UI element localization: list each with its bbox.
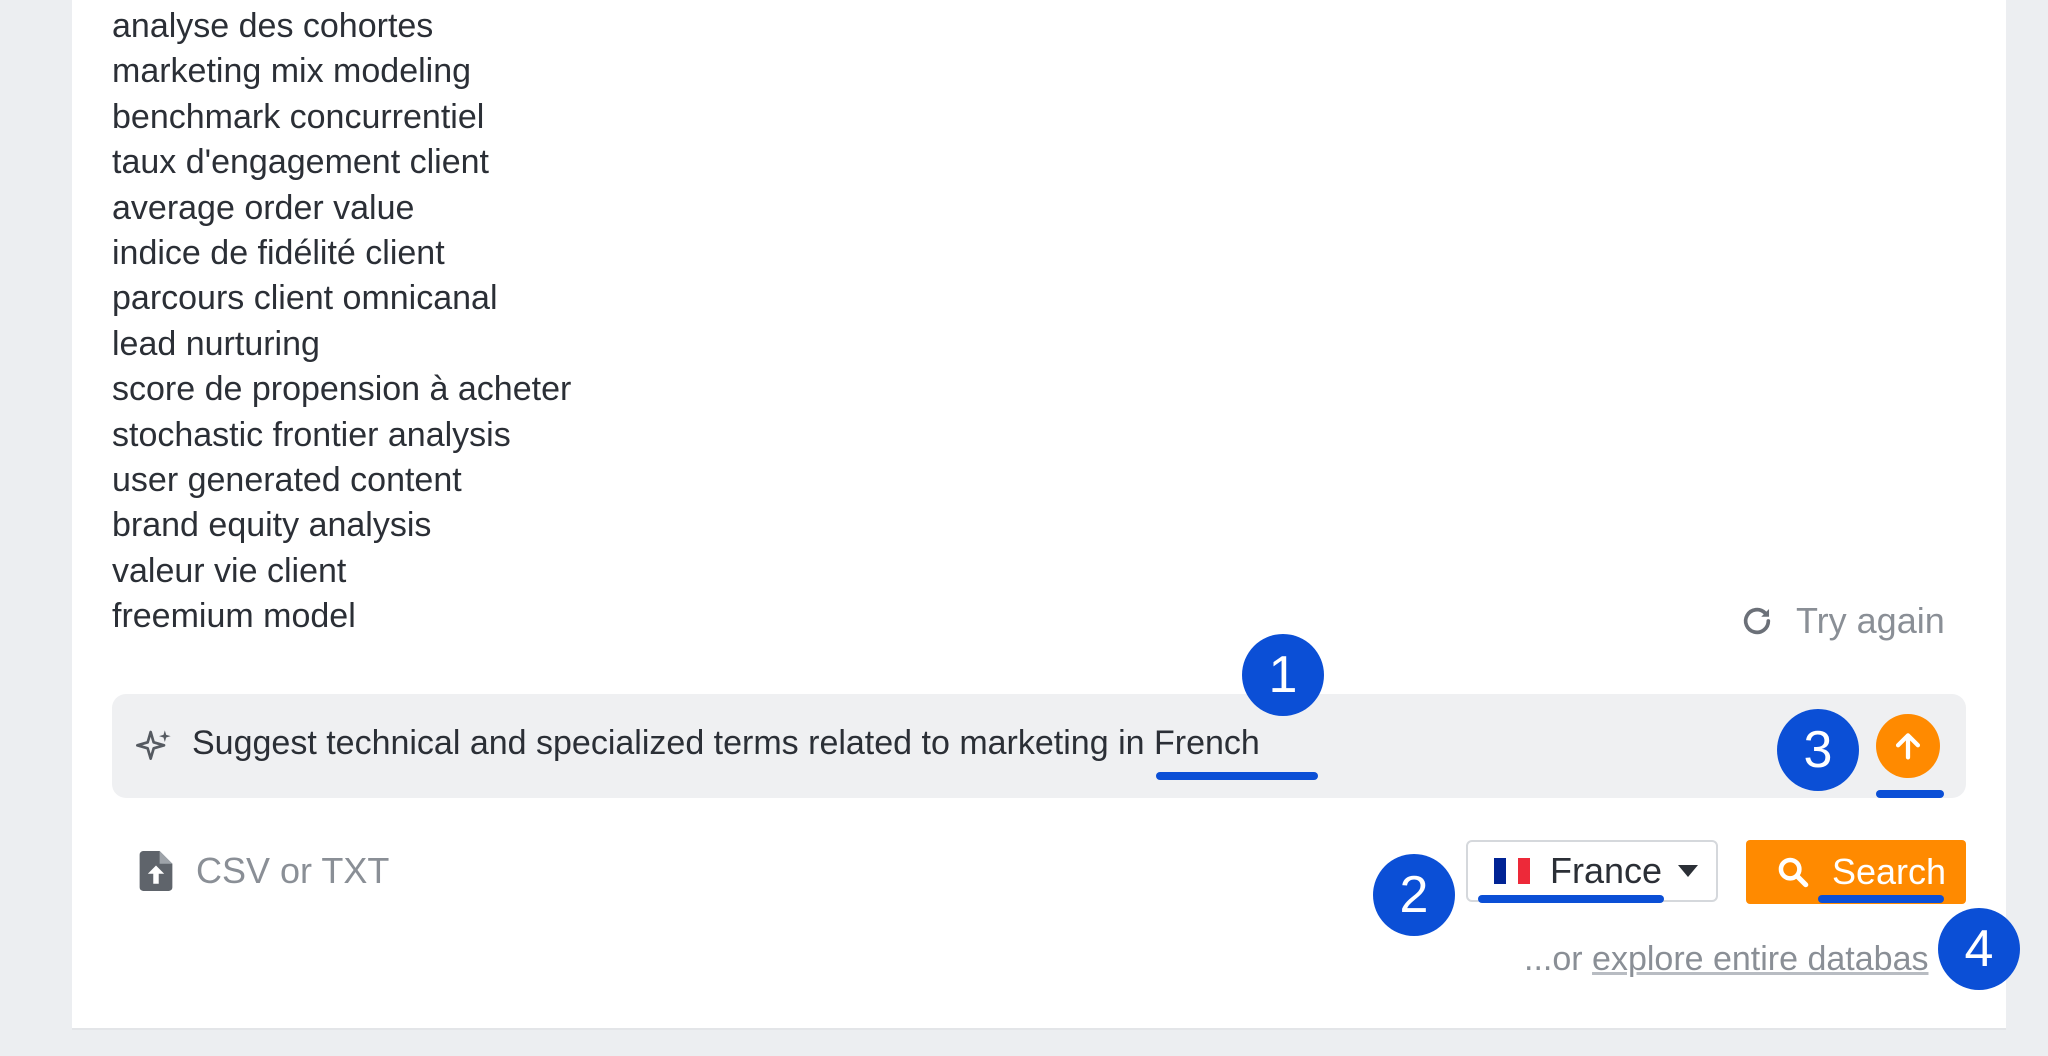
- refresh-icon: [1743, 607, 1771, 635]
- term-item: analyse des cohortes: [112, 7, 434, 45]
- annotation-underline: [1478, 895, 1664, 903]
- chevron-down-icon: [1678, 865, 1699, 877]
- country-label: France: [1550, 850, 1663, 891]
- search-icon: [1778, 857, 1809, 888]
- term-item: benchmark concurrentiel: [112, 97, 485, 136]
- file-upload-label: CSV or TXT: [196, 850, 390, 891]
- term-item: average order value: [112, 188, 415, 227]
- annotation-underline: [1818, 895, 1944, 903]
- file-upload-icon: [139, 851, 173, 891]
- prompt-text: Suggest technical and specialized terms …: [192, 724, 1260, 763]
- send-button[interactable]: [1876, 714, 1940, 778]
- explore-database: ...or explore entire databas: [1524, 940, 1928, 979]
- country-select[interactable]: France: [1466, 840, 1718, 902]
- term-item: score de propension à acheter: [112, 370, 572, 409]
- explore-database-link[interactable]: explore entire databas: [1592, 940, 1928, 978]
- term-item: user generated content: [112, 461, 462, 500]
- term-item: valeur vie client: [112, 551, 347, 590]
- annotation-badge: 4: [1938, 908, 2020, 990]
- term-item: parcours client omnicanal: [112, 279, 498, 318]
- term-item: marketing mix modeling: [112, 52, 472, 91]
- term-item: indice de fidélité client: [112, 234, 445, 273]
- annotation-badge: 1: [1242, 634, 1324, 716]
- arrow-up-icon: [1895, 733, 1921, 760]
- explore-prefix: ...or: [1524, 940, 1593, 978]
- suggested-terms-list: analyse des cohortes marketing mix model…: [112, 4, 571, 640]
- term-item: taux d'engagement client: [112, 143, 489, 182]
- prompt-text-main: Suggest technical and specialized terms …: [192, 724, 1119, 762]
- search-label: Search: [1832, 851, 1947, 892]
- annotation-badge: 2: [1373, 854, 1455, 936]
- try-again-label: Try again: [1796, 600, 1945, 641]
- prompt-input[interactable]: Suggest technical and specialized terms …: [112, 694, 1966, 798]
- annotation-underline: [1876, 790, 1944, 798]
- prompt-text-language: in French: [1118, 724, 1260, 762]
- france-flag-icon: [1494, 858, 1530, 884]
- term-item: brand equity analysis: [112, 506, 432, 545]
- term-item: stochastic frontier analysis: [112, 415, 511, 454]
- sparkle-icon: [136, 730, 171, 760]
- annotation-badge: 3: [1777, 709, 1859, 791]
- term-item: lead nurturing: [112, 324, 320, 363]
- term-item: freemium model: [112, 597, 356, 636]
- try-again-button[interactable]: Try again: [1740, 596, 1945, 646]
- annotation-underline: [1156, 772, 1318, 780]
- file-upload-button[interactable]: CSV or TXT: [138, 850, 389, 892]
